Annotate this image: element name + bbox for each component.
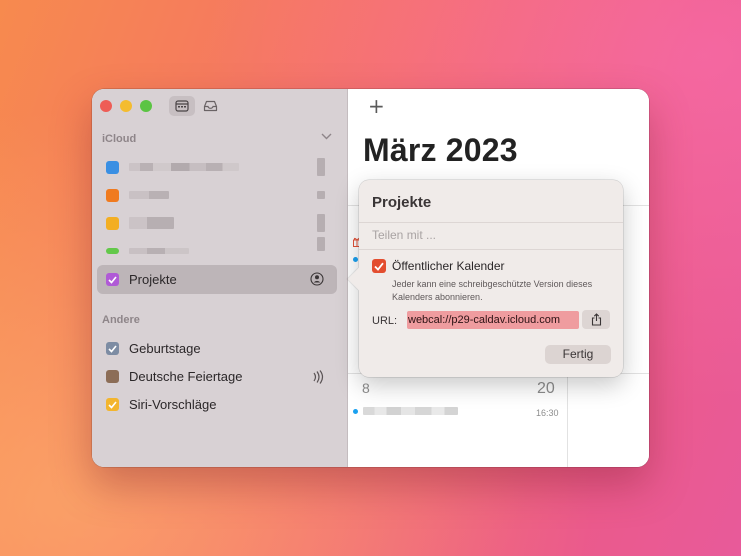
checkmark-icon	[108, 275, 117, 284]
close-window-button[interactable]	[100, 100, 112, 112]
share-with-input[interactable]: Teilen mit ...	[372, 228, 436, 242]
obscured-calendar-icon	[317, 191, 325, 199]
event-time: 16:30	[536, 408, 559, 418]
calendar-color-swatch	[106, 248, 119, 254]
broadcast-subscription-icon[interactable]	[312, 370, 324, 384]
obscured-calendar-icon	[317, 158, 325, 176]
public-calendar-description: Jeder kann eine schreibgeschützte Versio…	[392, 279, 593, 302]
calendar-checkbox[interactable]	[106, 273, 119, 286]
obscured-calendar-icon	[317, 237, 325, 251]
event-dot	[353, 257, 358, 262]
event-dot[interactable]	[353, 409, 358, 414]
minimize-window-button[interactable]	[120, 100, 132, 112]
divider	[359, 249, 623, 250]
calendar-label-geburtstage: Geburtstage	[129, 341, 201, 356]
calendar-list-toggle[interactable]	[169, 96, 195, 116]
calendar-row-deutsche-feiertage[interactable]: Deutsche Feiertage	[97, 362, 337, 390]
sidebar: iCloud Projekte Andere Geburtstage Deuts…	[92, 89, 348, 467]
calendar-list-icon	[175, 100, 189, 112]
calendar-color-swatch	[106, 161, 119, 174]
checkmark-icon	[108, 400, 117, 409]
other-section-label: Andere	[102, 314, 140, 326]
share-calendar-popover: Projekte Teilen mit ... Öffentlicher Kal…	[347, 180, 623, 377]
url-field[interactable]: webcal://p29-caldav.icloud.com	[407, 311, 579, 329]
obscured-calendar-name	[129, 217, 174, 229]
calendar-color-swatch	[106, 217, 119, 230]
chevron-down-icon[interactable]	[321, 133, 332, 140]
popover-title: Projekte	[372, 194, 432, 211]
calendar-row-siri-vorschlaege[interactable]: Siri-Vorschläge	[97, 390, 337, 418]
inbox-button[interactable]	[197, 96, 223, 116]
obscured-calendar-name	[129, 191, 169, 199]
done-button[interactable]: Fertig	[545, 345, 611, 364]
checkmark-icon	[108, 344, 117, 353]
obscured-calendar-icon	[317, 214, 325, 232]
calendar-row-geburtstage[interactable]: Geburtstage	[97, 334, 337, 362]
obscured-calendar-name	[129, 163, 239, 171]
calendar-row-projekte[interactable]: Projekte	[97, 265, 337, 294]
calendar-row-obscured-2[interactable]	[97, 181, 337, 209]
share-url-button[interactable]	[582, 310, 610, 329]
icloud-section-label: iCloud	[102, 133, 137, 145]
public-calendar-label: Öffentlicher Kalender	[392, 259, 505, 273]
month-title: März 2023	[363, 132, 518, 168]
day-number: 8	[362, 380, 370, 396]
calendar-color-swatch	[106, 189, 119, 202]
calendar-label-projekte: Projekte	[129, 272, 177, 287]
add-event-button[interactable]: +	[368, 94, 385, 118]
checkmark-icon	[374, 262, 384, 271]
calendar-label-deutsche-feiertage: Deutsche Feiertage	[129, 369, 243, 384]
calendar-row-obscured-1[interactable]	[97, 153, 337, 181]
obscured-event-title[interactable]	[363, 407, 458, 415]
divider	[359, 222, 623, 223]
shared-person-icon[interactable]	[310, 272, 324, 286]
calendar-checkbox[interactable]	[106, 342, 119, 355]
zoom-window-button[interactable]	[140, 100, 152, 112]
day-number: 20	[537, 380, 555, 397]
calendar-row-obscured-3[interactable]	[97, 209, 337, 237]
calendar-checkbox-unchecked[interactable]	[106, 370, 119, 383]
share-icon	[591, 313, 601, 326]
calendar-row-obscured-4[interactable]	[97, 237, 337, 265]
calendar-label-siri-vorschlaege: Siri-Vorschläge	[129, 397, 217, 412]
calendar-checkbox[interactable]	[106, 398, 119, 411]
url-label: URL:	[372, 315, 398, 327]
inbox-icon	[203, 100, 217, 112]
public-calendar-checkbox[interactable]	[372, 259, 386, 273]
obscured-calendar-name	[129, 248, 189, 254]
